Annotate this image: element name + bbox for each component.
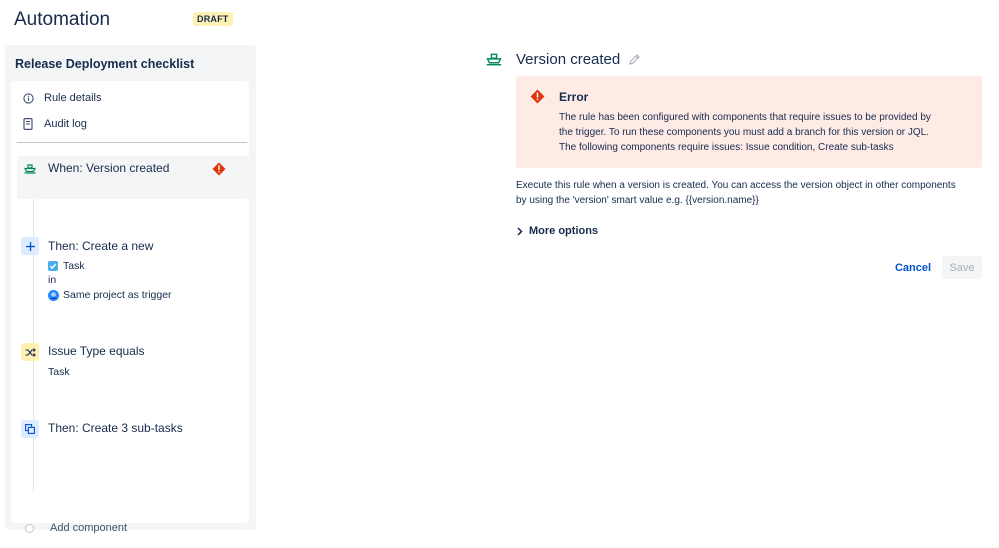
rule-sidebar: Release Deployment checklist Rule detail… bbox=[5, 45, 256, 534]
save-button[interactable]: Save bbox=[942, 256, 982, 279]
component-description: Execute this rule when a version is crea… bbox=[516, 178, 986, 208]
error-title: Error bbox=[559, 90, 589, 104]
cancel-button[interactable]: Cancel bbox=[889, 256, 937, 279]
project-avatar-icon bbox=[48, 289, 59, 301]
subtask-icon bbox=[21, 420, 39, 438]
info-icon bbox=[21, 91, 35, 105]
chevron-right-icon bbox=[517, 226, 523, 236]
more-options-label: More options bbox=[529, 225, 599, 237]
description-line: by using the 'version' smart value e.g. … bbox=[516, 195, 759, 206]
project-value: Same project as trigger bbox=[48, 289, 172, 301]
rule-details-link[interactable]: Rule details bbox=[21, 91, 101, 105]
issue-type-value: Task bbox=[48, 260, 85, 272]
create-step-label: Then: Create a new bbox=[48, 239, 154, 253]
error-icon bbox=[212, 162, 226, 176]
component-title: Version created bbox=[516, 50, 621, 68]
error-icon bbox=[530, 89, 545, 109]
trigger-step-label: When: Version created bbox=[48, 161, 170, 175]
create-issue-step[interactable]: Then: Create a new Task in Same project … bbox=[17, 234, 249, 304]
condition-value: Task bbox=[48, 366, 70, 378]
menu-divider bbox=[17, 142, 247, 143]
ship-icon bbox=[483, 48, 505, 70]
document-icon bbox=[21, 117, 35, 131]
page-title: Automation bbox=[14, 9, 111, 30]
condition-step-label: Issue Type equals bbox=[48, 344, 145, 358]
project-label: Same project as trigger bbox=[63, 289, 172, 301]
ship-icon bbox=[21, 160, 39, 178]
create-subtasks-step[interactable]: Then: Create 3 sub-tasks bbox=[17, 418, 249, 448]
error-line: The rule has been configured with compon… bbox=[559, 112, 931, 123]
connector-text: in bbox=[48, 274, 57, 286]
more-options-toggle[interactable]: More options bbox=[517, 225, 598, 237]
add-component-button[interactable]: Add component bbox=[25, 522, 127, 534]
add-component-label: Add component bbox=[50, 522, 128, 534]
component-header: Version created bbox=[483, 48, 641, 70]
plus-icon bbox=[21, 237, 39, 255]
description-line: Execute this rule when a version is crea… bbox=[516, 180, 956, 191]
issue-type-label: Task bbox=[63, 260, 85, 272]
error-line: the trigger. To run these components you… bbox=[559, 127, 930, 138]
rule-name: Release Deployment checklist bbox=[15, 57, 195, 71]
error-body: The rule has been configured with compon… bbox=[559, 110, 969, 155]
audit-log-link[interactable]: Audit log bbox=[21, 117, 87, 131]
task-checkbox-icon bbox=[48, 261, 58, 271]
audit-log-label: Audit log bbox=[44, 118, 87, 130]
subtasks-step-label: Then: Create 3 sub-tasks bbox=[48, 421, 183, 435]
draft-badge: DRAFT bbox=[193, 12, 233, 26]
shuffle-icon bbox=[21, 343, 39, 361]
error-message: Error The rule has been configured with … bbox=[516, 76, 982, 168]
rule-details-label: Rule details bbox=[44, 92, 102, 104]
issue-type-condition-step[interactable]: Issue Type equals Task bbox=[17, 340, 249, 384]
error-line: The following components require issues:… bbox=[559, 142, 894, 153]
trigger-step[interactable]: When: Version created bbox=[17, 156, 249, 199]
rule-components-panel: Rule details Audit log When: Version cre… bbox=[11, 81, 249, 534]
add-component-dot bbox=[25, 523, 34, 533]
pencil-icon[interactable] bbox=[628, 53, 641, 66]
